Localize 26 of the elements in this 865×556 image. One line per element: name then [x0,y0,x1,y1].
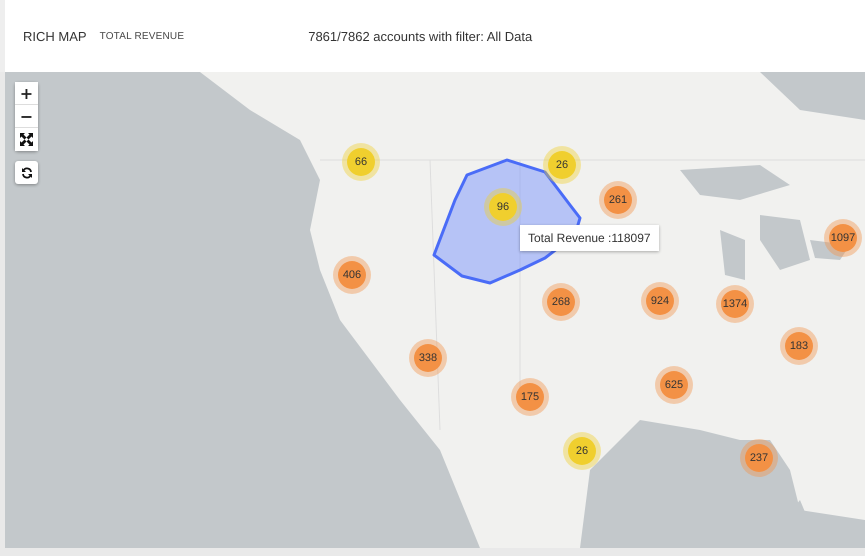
cluster-marker[interactable]: 26 [543,146,581,184]
cluster-marker[interactable]: 924 [641,282,679,320]
refresh-button[interactable] [15,161,38,184]
map-subtitle: TOTAL REVENUE [100,30,184,42]
fullscreen-icon [20,133,33,146]
cluster-marker[interactable]: 26 [563,432,601,470]
map-title: RICH MAP [23,28,87,44]
cluster-marker[interactable]: 268 [542,283,580,321]
fit-bounds-button[interactable] [15,128,38,151]
cluster-marker[interactable]: 261 [599,181,637,219]
cluster-marker[interactable]: 183 [780,327,818,365]
cluster-marker[interactable]: 625 [655,366,693,404]
map-view[interactable]: 66 26 96 261 1097 406 268 924 1374 338 183 625 175 26 237 Total Revenue :118097 + − [5,72,865,548]
cluster-marker[interactable]: 1374 [716,285,754,323]
cluster-marker[interactable]: 66 [342,143,380,181]
zoom-in-button[interactable]: + [15,82,38,105]
cluster-marker[interactable]: 406 [333,256,371,294]
cluster-marker[interactable]: 237 [740,439,778,477]
cluster-marker[interactable]: 96 [484,188,522,226]
cluster-marker[interactable]: 338 [409,339,447,377]
zoom-out-button[interactable]: − [15,105,38,128]
cluster-marker[interactable]: 175 [511,378,549,416]
filter-summary: 7861/7862 accounts with filter: All Data [308,28,532,44]
cluster-marker[interactable]: 1097 [824,219,862,257]
revenue-tooltip: Total Revenue :118097 [520,225,659,251]
refresh-icon [20,166,32,178]
